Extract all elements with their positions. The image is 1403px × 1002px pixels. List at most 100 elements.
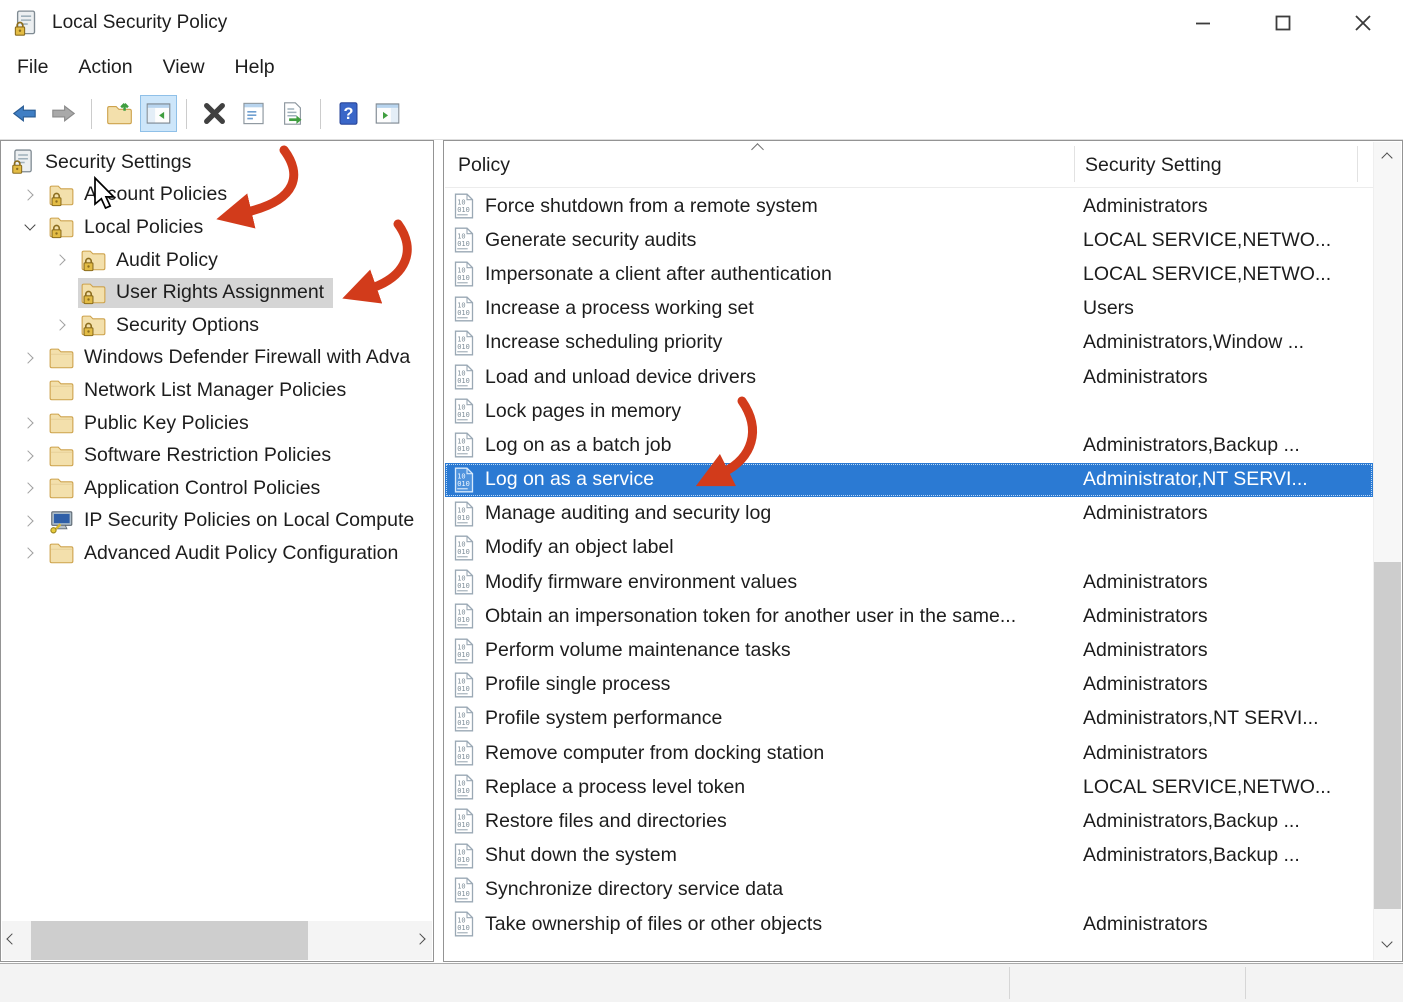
toolbar-separator: [91, 98, 92, 129]
back-button[interactable]: [6, 95, 43, 132]
column-header-policy[interactable]: Policy: [458, 154, 510, 177]
policy-row[interactable]: Profile system performance Administrator…: [445, 702, 1373, 736]
tree-expander[interactable]: [45, 309, 78, 342]
tree-expander[interactable]: [13, 472, 46, 505]
policy-row[interactable]: Synchronize directory service data: [445, 873, 1373, 907]
policy-row[interactable]: Manage auditing and security log Adminis…: [445, 497, 1373, 531]
tree-item-label: Security Settings: [45, 150, 192, 173]
policy-document-icon: [452, 603, 476, 629]
tree-expander[interactable]: [13, 505, 46, 538]
policy-row[interactable]: Obtain an impersonation token for anothe…: [445, 599, 1373, 633]
tree-node[interactable]: Windows Defender Firewall with Adva: [46, 343, 419, 373]
tree-item[interactable]: Public Key Policies: [1, 407, 432, 440]
tree-node[interactable]: Security Options: [78, 310, 268, 340]
tree-item[interactable]: Windows Defender Firewall with Adva: [1, 342, 432, 375]
policy-row[interactable]: Load and unload device drivers Administr…: [445, 360, 1373, 394]
policy-row[interactable]: Log on as a service Administrator,NT SER…: [445, 462, 1373, 497]
show-action-pane-button[interactable]: [369, 95, 406, 132]
tree-item[interactable]: Security Settings: [1, 146, 432, 179]
scroll-left-icon[interactable]: [6, 933, 18, 945]
app-document-lock-icon: [12, 9, 39, 38]
tree-expander[interactable]: [13, 211, 46, 244]
tree-expander[interactable]: [13, 374, 46, 407]
policy-row[interactable]: Shut down the system Administrators,Back…: [445, 839, 1373, 873]
tree-item[interactable]: IP Security Policies on Local Compute: [1, 505, 432, 538]
help-button[interactable]: ?: [330, 95, 367, 132]
column-divider[interactable]: [1074, 146, 1075, 182]
tree-expander[interactable]: [45, 276, 78, 309]
tree-item[interactable]: Security Options: [1, 309, 432, 342]
tree-node[interactable]: User Rights Assignment: [78, 277, 334, 308]
policy-row[interactable]: Replace a process level token LOCAL SERV…: [445, 770, 1373, 804]
horizontal-scrollbar-thumb[interactable]: [31, 921, 308, 960]
column-header-security-setting[interactable]: Security Setting: [1085, 154, 1222, 177]
policy-row[interactable]: Increase a process working set Users: [445, 292, 1373, 326]
policy-row[interactable]: Generate security audits LOCAL SERVICE,N…: [445, 223, 1373, 257]
minimize-button[interactable]: [1163, 0, 1243, 46]
menu-item[interactable]: Action: [63, 53, 147, 82]
tree-node[interactable]: Audit Policy: [78, 245, 227, 275]
policy-row[interactable]: Log on as a batch job Administrators,Bac…: [445, 428, 1373, 462]
policy-row[interactable]: Remove computer from docking station Adm…: [445, 736, 1373, 770]
tree-item[interactable]: Advanced Audit Policy Configuration: [1, 537, 432, 570]
policy-row[interactable]: Take ownership of files or other objects…: [445, 907, 1373, 941]
tree-node[interactable]: Security Settings: [7, 147, 200, 177]
tree-item[interactable]: Audit Policy: [1, 244, 432, 277]
policy-row[interactable]: Modify an object label: [445, 531, 1373, 565]
tree-expander[interactable]: [13, 342, 46, 375]
forward-button[interactable]: [45, 95, 82, 132]
horizontal-scrollbar[interactable]: [2, 921, 432, 960]
menu-item[interactable]: View: [148, 53, 220, 82]
tree-item[interactable]: Software Restriction Policies: [1, 439, 432, 472]
tree-item[interactable]: Application Control Policies: [1, 472, 432, 505]
export-list-button[interactable]: [274, 95, 311, 132]
tree-node[interactable]: Account Policies: [46, 180, 236, 210]
tree-item-icon: [48, 377, 75, 403]
policy-row[interactable]: Perform volume maintenance tasks Adminis…: [445, 633, 1373, 667]
menu-item[interactable]: Help: [220, 53, 290, 82]
tree-node[interactable]: IP Security Policies on Local Compute: [46, 506, 423, 536]
properties-button[interactable]: [235, 95, 272, 132]
policy-name: Restore files and directories: [485, 809, 727, 832]
policy-security-setting: LOCAL SERVICE,NETWO...: [1083, 262, 1332, 285]
policy-row[interactable]: Impersonate a client after authenticatio…: [445, 257, 1373, 291]
policy-row[interactable]: Force shutdown from a remote system Admi…: [445, 189, 1373, 223]
policy-row[interactable]: Increase scheduling priority Administrat…: [445, 326, 1373, 360]
scroll-right-icon[interactable]: [414, 933, 426, 945]
tree-node[interactable]: Network List Manager Policies: [46, 375, 355, 405]
tree-item[interactable]: Local Policies: [1, 211, 432, 244]
tree-item[interactable]: Account Policies: [1, 179, 432, 212]
close-button[interactable]: [1323, 0, 1403, 46]
tree-expander[interactable]: [13, 407, 46, 440]
delete-button[interactable]: [196, 95, 233, 132]
tree-node[interactable]: Application Control Policies: [46, 473, 329, 503]
tree-expander[interactable]: [13, 537, 46, 570]
tree-node[interactable]: Software Restriction Policies: [46, 441, 340, 471]
scroll-down-icon[interactable]: [1381, 936, 1393, 948]
tree-item[interactable]: User Rights Assignment: [1, 276, 432, 309]
tree-expander[interactable]: [13, 439, 46, 472]
policy-row[interactable]: Modify firmware environment values Admin…: [445, 565, 1373, 599]
tree-node[interactable]: Local Policies: [46, 212, 212, 242]
tree-item[interactable]: Network List Manager Policies: [1, 374, 432, 407]
policy-name: Lock pages in memory: [485, 399, 682, 422]
scroll-up-icon[interactable]: [1381, 152, 1393, 164]
up-one-level-button[interactable]: [101, 95, 138, 132]
vertical-scrollbar-thumb[interactable]: [1374, 562, 1401, 909]
policy-row[interactable]: Restore files and directories Administra…: [445, 804, 1373, 838]
chevron-icon: [54, 254, 66, 266]
column-divider[interactable]: [1357, 146, 1358, 182]
menu-bar: File Action View Help: [0, 46, 1403, 88]
tree-expander[interactable]: [13, 179, 46, 212]
tree-node[interactable]: Public Key Policies: [46, 408, 258, 438]
vertical-scrollbar[interactable]: [1373, 142, 1401, 960]
policy-document-icon: [452, 843, 476, 869]
tree-expander[interactable]: [45, 244, 78, 277]
maximize-button[interactable]: [1243, 0, 1323, 46]
show-console-tree-button[interactable]: [140, 95, 177, 132]
tree-node[interactable]: Advanced Audit Policy Configuration: [46, 538, 407, 568]
policy-row[interactable]: Profile single process Administrators: [445, 668, 1373, 702]
menu-item[interactable]: File: [2, 53, 63, 82]
tree-item-icon: [48, 443, 75, 469]
policy-row[interactable]: Lock pages in memory: [445, 394, 1373, 428]
